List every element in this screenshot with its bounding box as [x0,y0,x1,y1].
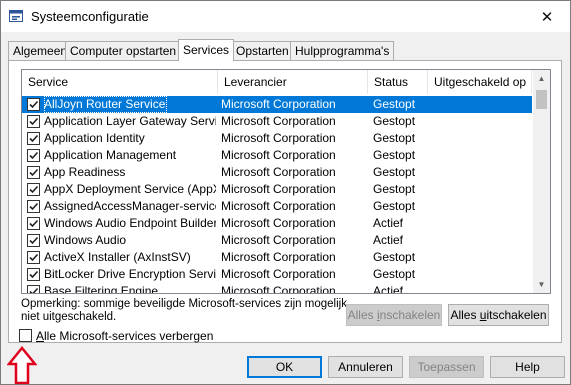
enable-all-button[interactable]: Alles inschakelen [346,304,442,326]
app-icon [9,10,23,22]
service-status-cell: Gestopt [373,250,416,264]
scroll-down-icon[interactable]: ▼ [533,276,550,293]
table-row[interactable]: AppX Deployment Service (AppX... Microsof… [22,181,532,198]
scrollbar-thumb[interactable] [536,90,547,109]
service-vendor-cell: Microsoft Corporation [221,216,336,230]
service-name-cell: Windows Audio [44,233,127,247]
enable-all-label-post: nschakelen [379,308,441,322]
table-row[interactable]: ActiveX Installer (AxInstSV) Microsoft Co… [22,249,532,266]
tab-opstarten[interactable]: Opstarten [231,41,294,60]
service-vendor-cell: Microsoft Corporation [221,114,336,128]
service-vendor-cell: Microsoft Corporation [221,267,336,281]
table-row[interactable]: App Readiness Microsoft Corporation Gestop… [22,164,532,181]
table-row[interactable]: Windows Audio Microsoft Corporation Actief [22,232,532,249]
close-button[interactable]: ✕ [524,1,570,32]
service-checkbox[interactable] [27,98,40,111]
table-row[interactable]: Windows Audio Endpoint Builder Microsoft … [22,215,532,232]
hide-ms-accesskey: A [36,329,45,343]
service-checkbox[interactable] [27,234,40,247]
hide-microsoft-services-label: Alle Microsoft-services verbergen [36,329,213,343]
service-name-cell: Application Management [44,148,177,162]
service-status-cell: Actief [373,233,404,247]
service-vendor-cell: Microsoft Corporation [221,131,336,145]
services-list[interactable]: Service Leverancier Status Uitgeschakeld… [21,69,551,294]
enable-all-label-pre: Alles [347,308,377,322]
table-row[interactable]: AllJoyn Router Service Microsoft Corporat… [22,96,532,113]
service-status-cell: Gestopt [373,131,416,145]
table-row[interactable]: BitLocker Drive Encryption Service Micros… [22,266,532,283]
title-bar: Systeemconfiguratie ✕ [1,1,570,32]
service-name-cell: Application Identity [44,131,145,145]
checkbox-icon[interactable] [19,329,32,342]
column-header-vendor[interactable]: Leverancier [218,70,368,94]
service-name-cell: Windows Audio Endpoint Builder [44,216,216,230]
table-row[interactable]: AssignedAccessManager-service Microsoft C… [22,198,532,215]
service-vendor-cell: Microsoft Corporation [221,148,336,162]
table-row[interactable]: Base Filtering Engine Microsoft Corporati… [22,283,532,294]
service-status-cell: Gestopt [373,267,416,281]
tab-services[interactable]: Services [178,39,235,61]
service-checkbox[interactable] [27,200,40,213]
service-name-cell: Base Filtering Engine [44,284,159,294]
service-checkbox[interactable] [27,217,40,230]
service-name-cell: App Readiness [44,165,126,179]
disable-all-label-pre: Alles [450,308,480,322]
service-vendor-cell: Microsoft Corporation [221,233,336,247]
service-status-cell: Gestopt [373,165,416,179]
vertical-scrollbar[interactable]: ▲ ▼ [533,70,550,293]
window-title: Systeemconfiguratie [31,9,149,24]
service-status-cell: Gestopt [373,114,416,128]
service-vendor-cell: Microsoft Corporation [221,165,336,179]
red-arrow-icon [7,346,37,384]
service-status-cell: Gestopt [373,97,416,111]
service-checkbox[interactable] [27,166,40,179]
service-name-cell: Application Layer Gateway Service [44,114,216,128]
service-name-cell: AssignedAccessManager-service [44,199,216,213]
close-icon: ✕ [540,8,554,26]
service-checkbox[interactable] [27,115,40,128]
system-configuration-window: Systeemconfiguratie ✕ Algemeen Computer … [0,0,571,385]
hide-ms-label-rest: lle Microsoft-services verbergen [44,329,214,343]
ok-button[interactable]: OK [247,356,322,378]
service-status-cell: Gestopt [373,182,416,196]
note-text: Opmerking: sommige beveiligde Microsoft-… [21,298,347,323]
scroll-up-icon[interactable]: ▲ [533,70,550,87]
service-checkbox[interactable] [27,251,40,264]
service-status-cell: Actief [373,284,404,294]
disable-all-label-post: itschakelen [486,308,547,322]
service-checkbox[interactable] [27,149,40,162]
service-name-cell: BitLocker Drive Encryption Service [44,267,216,281]
column-header-service[interactable]: Service [22,70,218,94]
service-checkbox[interactable] [27,132,40,145]
services-panel: Service Leverancier Status Uitgeschakeld… [8,60,562,343]
tab-computer-opstarten[interactable]: Computer opstarten [65,41,182,60]
tab-hulpprogrammas[interactable]: Hulpprogramma's [290,41,395,60]
table-row[interactable]: Application Layer Gateway Service Microso… [22,113,532,130]
cancel-button[interactable]: Annuleren [328,356,403,378]
service-checkbox[interactable] [27,285,40,293]
service-name-cell: AppX Deployment Service (AppX... [44,182,216,196]
tab-algemeen[interactable]: Algemeen [8,41,73,60]
service-checkbox[interactable] [27,183,40,196]
disable-all-button[interactable]: Alles uitschakelen [448,304,549,326]
service-vendor-cell: Microsoft Corporation [221,199,336,213]
service-status-cell: Actief [373,216,404,230]
service-status-cell: Gestopt [373,199,416,213]
service-vendor-cell: Microsoft Corporation [221,284,336,294]
apply-button[interactable]: Toepassen [409,356,484,378]
service-name-cell: ActiveX Installer (AxInstSV) [44,250,191,264]
table-row[interactable]: Application Identity Microsoft Corporatio… [22,130,532,147]
help-button[interactable]: Help [490,356,565,378]
table-row[interactable]: Application Management Microsoft Corporat… [22,147,532,164]
service-vendor-cell: Microsoft Corporation [221,250,336,264]
service-vendor-cell: Microsoft Corporation [221,97,336,111]
column-header-disabled-on[interactable]: Uitgeschakeld op [428,70,532,94]
service-checkbox[interactable] [27,268,40,281]
service-vendor-cell: Microsoft Corporation [221,182,336,196]
column-header-status[interactable]: Status [368,70,428,94]
service-name-cell: AllJoyn Router Service [44,96,168,113]
service-status-cell: Gestopt [373,148,416,162]
